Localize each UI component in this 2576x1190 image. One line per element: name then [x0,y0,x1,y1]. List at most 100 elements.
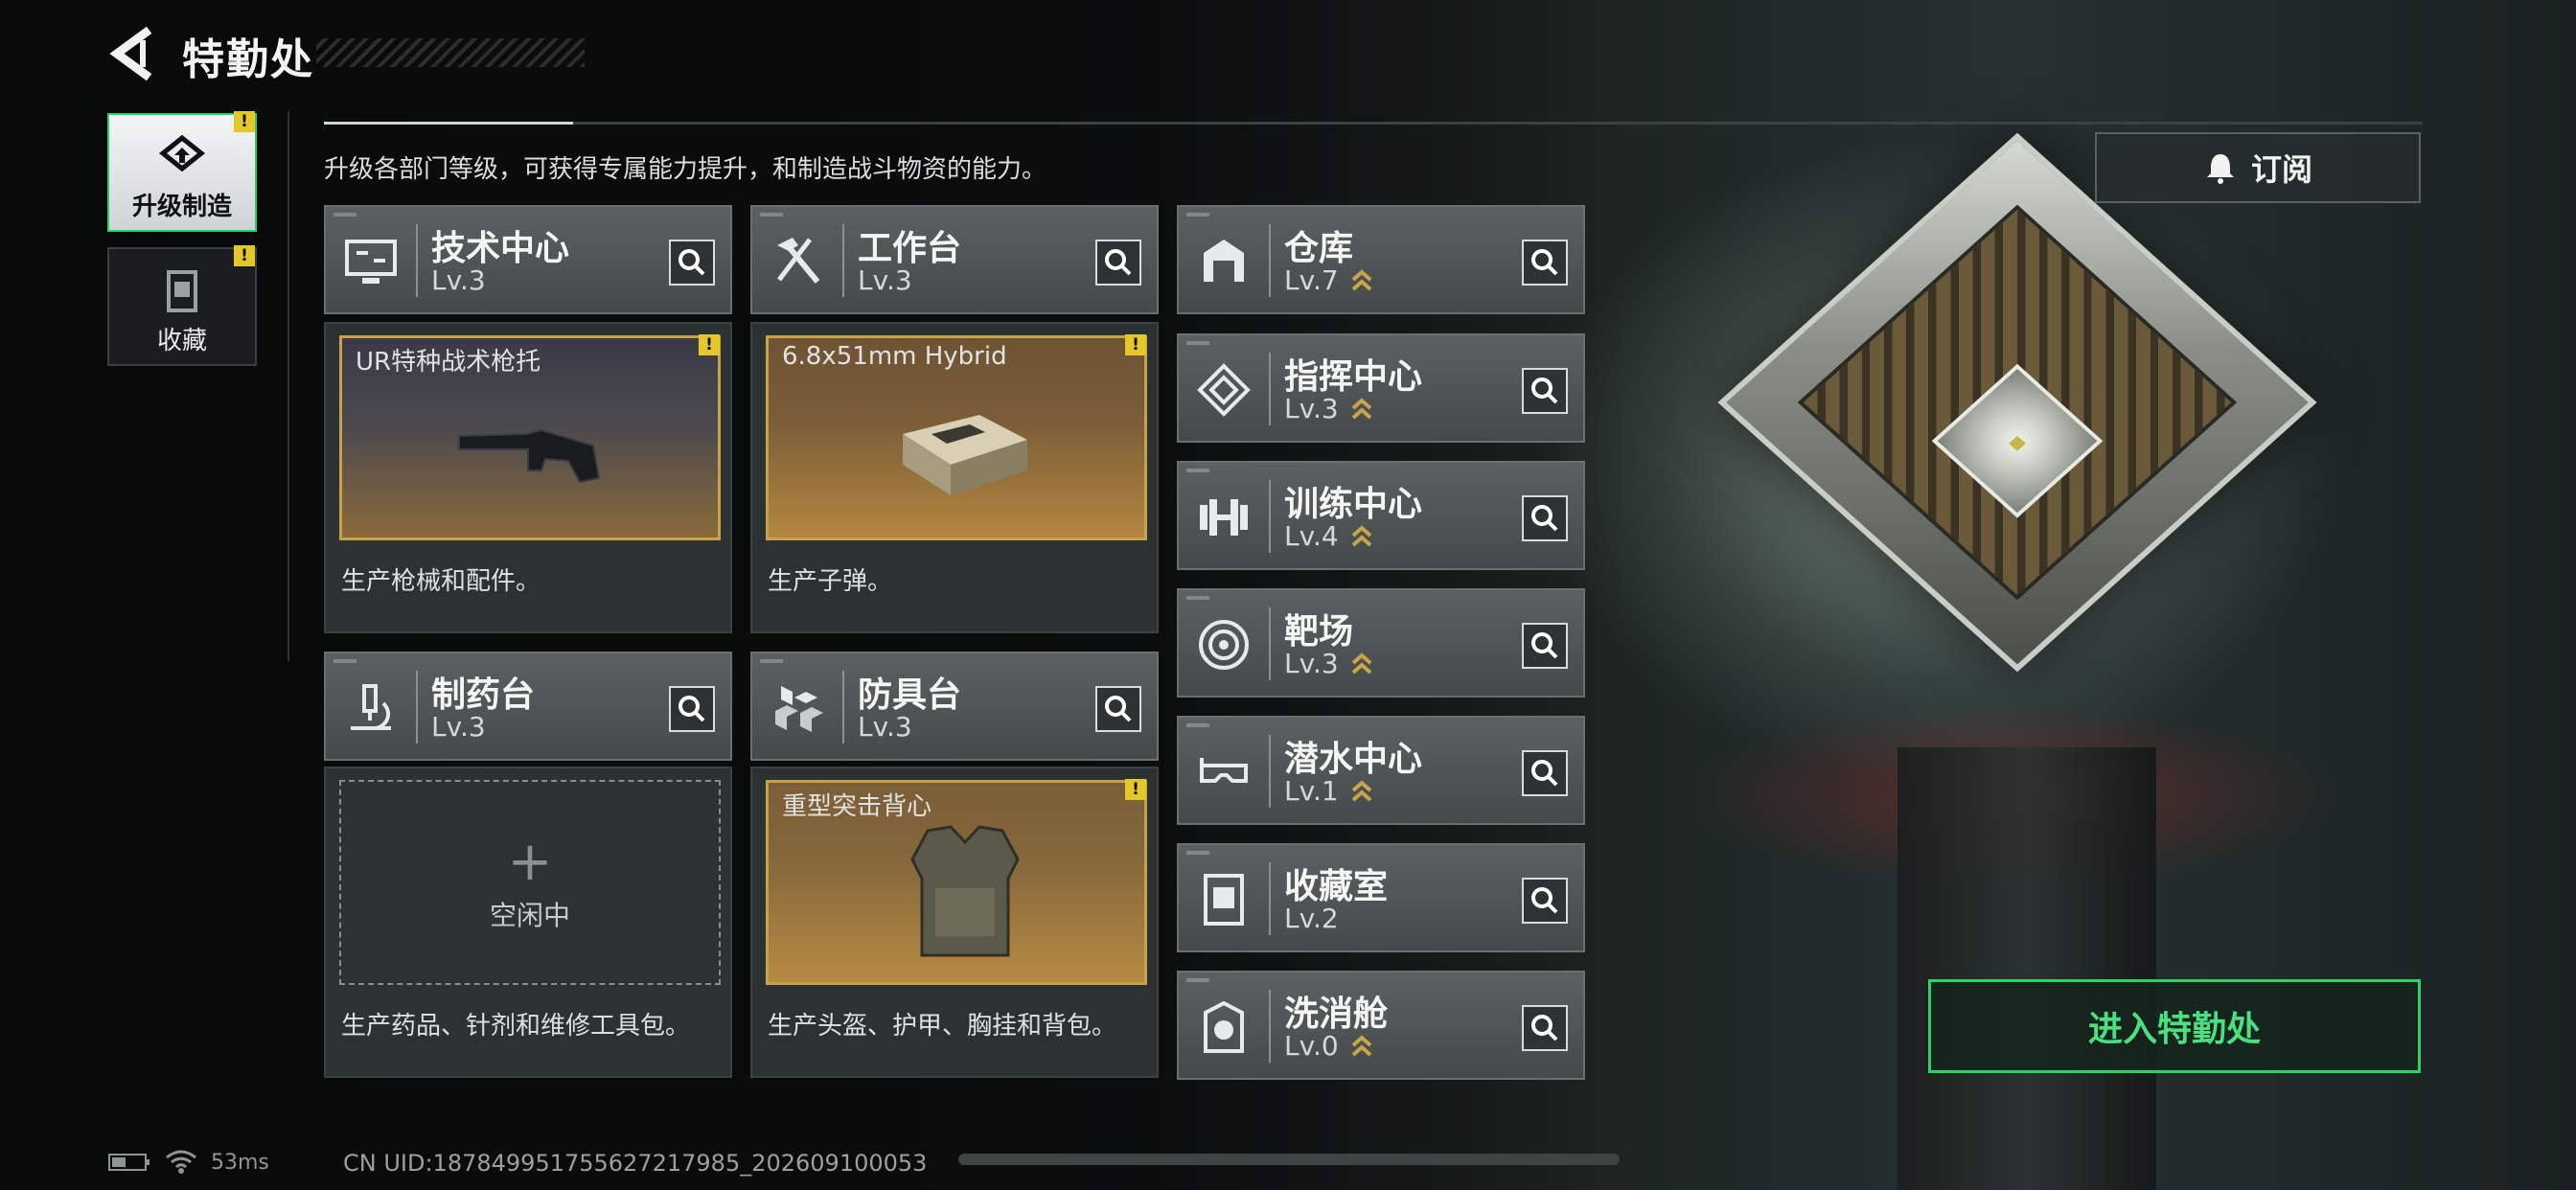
target-icon [1199,620,1249,670]
dept-pharmacy[interactable]: 制药台 Lv.3 [324,652,732,761]
search-button[interactable] [1522,878,1568,924]
upgrade-chevron-icon [1351,269,1372,291]
dept-row[interactable]: 潜水中心 Lv.1 [1177,716,1585,825]
tab-label: 升级制造 [131,193,232,221]
dept-level: Lv.3 [858,711,912,743]
search-button[interactable] [1522,368,1568,414]
dept-name: 防具台 [858,675,962,715]
search-button[interactable] [1522,623,1568,669]
search-button[interactable] [1522,1005,1568,1051]
dept-name: 仓库 [1284,229,1354,268]
dept-row[interactable]: 训练中心 Lv.4 [1177,461,1585,570]
dept-name: 制药台 [431,675,536,715]
search-button[interactable] [669,240,715,286]
upgrade-chevron-icon [1351,525,1372,547]
search-icon [1531,505,1558,532]
rifle-stock-image [458,428,601,484]
upgrade-chevron-icon [1351,1035,1372,1057]
back-button[interactable] [107,26,157,81]
subscribe-button[interactable]: 订阅 [2095,132,2421,203]
tab-upgrade-manufacture[interactable]: 升级制造 ! [107,111,257,232]
dept-row[interactable]: 靶场 Lv.3 [1177,588,1585,698]
search-icon [1531,632,1558,659]
search-icon [1531,887,1558,914]
header-rule [324,122,2423,125]
search-icon [1531,1015,1558,1041]
dept-level: Lv.7 [1284,264,1339,296]
tab-label: 收藏 [156,327,207,355]
search-button[interactable] [669,686,715,732]
dumbbell-icon [1200,499,1248,536]
dept-level: Lv.2 [1284,903,1339,934]
search-button[interactable] [1095,240,1141,286]
dept-name: 潜水中心 [1284,740,1423,779]
dept-name: 工作台 [858,229,962,268]
search-icon [1531,760,1558,787]
dept-row[interactable]: 指挥中心 Lv.3 [1177,333,1585,443]
item-name: 重型突击背心 [782,792,932,821]
goggles-icon [1200,758,1248,783]
production-panel-tech: UR特种战术枪托 ! 生产枪械和配件。 [324,322,732,633]
upgrade-chevron-icon [1351,780,1372,802]
dept-description: 生产子弹。 [768,567,893,596]
dept-name: 收藏室 [1284,867,1389,906]
search-button[interactable] [1522,750,1568,796]
dept-row[interactable]: 收藏室 Lv.2 [1177,843,1585,952]
dept-armor-bench[interactable]: 防具台 Lv.3 [750,652,1159,761]
dept-level: Lv.3 [431,264,486,296]
sidebar-divider [288,111,289,661]
enter-special-ops-button[interactable]: 进入特勤处 [1928,979,2421,1073]
production-panel-armor: 重型突击背心 ! 生产头盔、护甲、胸挂和背包。 [750,767,1159,1078]
collection-icon [167,270,197,312]
production-slot[interactable]: UR特种战术枪托 ! [339,334,721,540]
collection-room-icon [1204,874,1244,926]
item-name: UR特种战术枪托 [356,348,541,377]
status-bar: 53ms [107,1150,269,1175]
decon-icon [1204,1000,1244,1053]
production-slot[interactable]: 6.8x51mm Hybrid ! [766,334,1147,540]
ping-text: 53ms [211,1150,269,1175]
production-slot[interactable]: 重型突击背心 ! [766,779,1147,985]
alert-badge: ! [699,334,720,355]
dept-level: Lv.3 [1284,393,1339,424]
blocks-icon [775,686,823,732]
command-icon [1197,363,1251,417]
dept-row[interactable]: 仓库 Lv.7 [1177,205,1585,314]
search-icon [1531,249,1558,276]
dept-level: Lv.1 [1284,775,1339,807]
armor-vest-image [910,825,1020,957]
idle-label: 空闲中 [489,900,570,931]
search-button[interactable] [1522,240,1568,286]
bell-icon [2206,154,2234,184]
search-button[interactable] [1522,495,1568,541]
alert-badge: ! [234,111,255,132]
search-icon [1105,249,1132,276]
production-panel-workbench: 6.8x51mm Hybrid ! 生产子弹。 [750,322,1159,633]
battery-icon [108,1154,150,1171]
warehouse-icon [1204,240,1244,282]
upgrade-icon [158,134,206,172]
home-indicator[interactable] [958,1154,1620,1165]
dept-name: 洗消舱 [1284,995,1389,1034]
dept-description: 生产头盔、护甲、胸挂和背包。 [768,1012,1117,1041]
upgrade-chevron-icon [1351,398,1372,420]
dept-row[interactable]: 洗消舱 Lv.0 [1177,971,1585,1080]
dept-name: 指挥中心 [1284,357,1423,397]
ammo-box-image [903,415,1027,495]
dept-level: Lv.3 [858,264,912,296]
dept-level: Lv.0 [1284,1030,1339,1062]
empty-production-slot[interactable]: + 空闲中 [339,780,721,985]
dept-level: Lv.3 [1284,648,1339,679]
description-text: 升级各部门等级，可获得专属能力提升，和制造战斗物资的能力。 [324,155,1047,184]
title-decoration [316,38,585,67]
alert-badge: ! [234,245,255,266]
search-icon [678,249,705,276]
page-title: 特勤处 [182,35,314,84]
dept-workbench[interactable]: 工作台 Lv.3 [750,205,1159,314]
dept-name: 靶场 [1284,612,1354,652]
dept-name: 训练中心 [1284,485,1423,524]
search-icon [1105,696,1132,722]
dept-tech-center[interactable]: 技术中心 Lv.3 [324,205,732,314]
search-button[interactable] [1095,686,1141,732]
tab-collection[interactable]: 收藏 ! [107,245,257,366]
